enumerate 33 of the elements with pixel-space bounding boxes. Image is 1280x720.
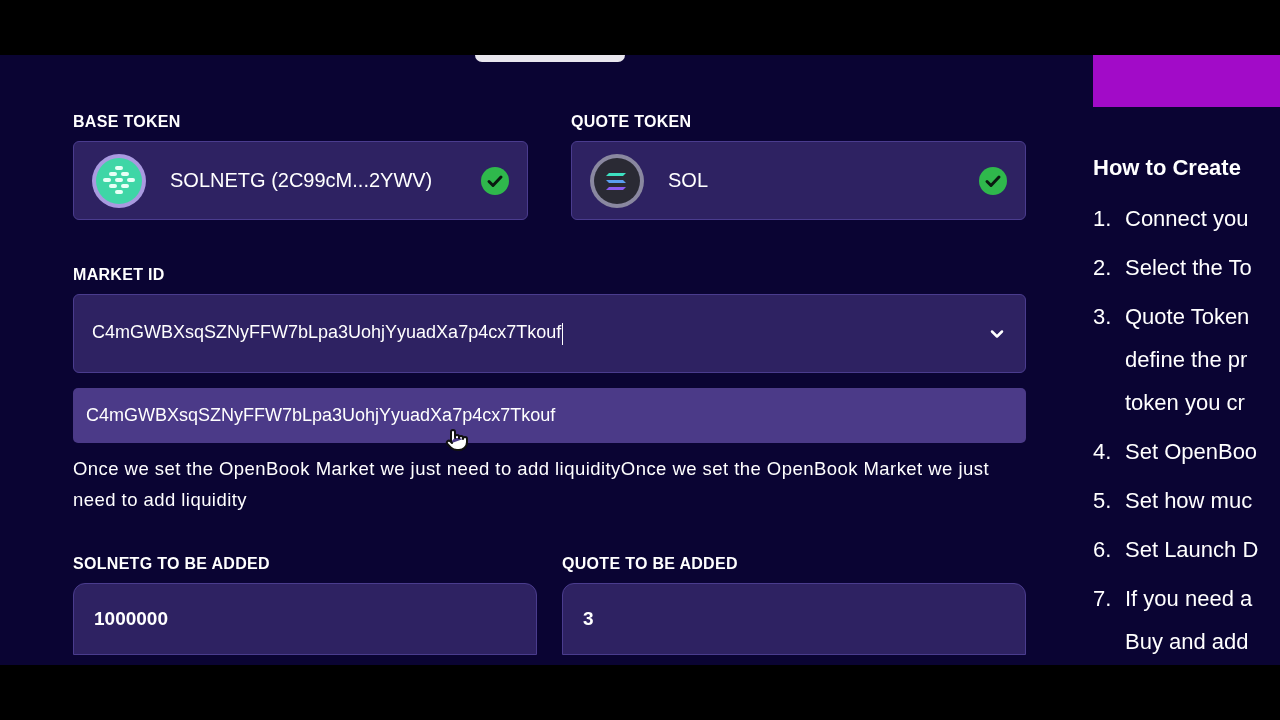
field-label: BASE TOKEN	[73, 113, 182, 131]
step-number: 4.	[1093, 438, 1113, 466]
step-number: 3.	[1093, 303, 1113, 331]
step-text: Set how muc	[1125, 487, 1253, 515]
step-number: 1.	[1093, 205, 1113, 233]
hand-cursor-icon	[445, 428, 469, 452]
tab-handle[interactable]	[475, 55, 625, 62]
amount-input[interactable]: 1000000	[73, 583, 537, 655]
step-text: define the pr	[1125, 346, 1249, 374]
guide-title: How to Create	[1093, 155, 1242, 181]
step-text: Buy and add	[1125, 628, 1250, 656]
step-text: token you cr	[1125, 389, 1246, 417]
token-icon	[92, 153, 146, 208]
token-selector[interactable]: SOL	[571, 141, 1026, 220]
step-text: Set OpenBoo	[1125, 438, 1258, 466]
description-text: Once we set the OpenBook Market we just need to add liquidityOnce we set the OpenBook Market we just need to add liquidity	[73, 457, 990, 512]
step-text: Select the To	[1125, 254, 1252, 282]
step-number: 5.	[1093, 487, 1113, 515]
field-label: QUOTE TO BE ADDED	[562, 555, 739, 573]
amount-input[interactable]: 3	[562, 583, 1026, 655]
market-id-field[interactable]: C4mGWBXsqSZNyFFW7bLpa3UohjYyuadXa7p4cx7Tkouf	[73, 294, 1026, 373]
step-number: 2.	[1093, 254, 1113, 282]
field-label: QUOTE TOKEN	[571, 113, 693, 131]
step-number: 7.	[1093, 585, 1113, 613]
step-text: If you need a	[1125, 585, 1253, 613]
token-icon	[590, 153, 644, 208]
field-label: MARKET ID	[73, 266, 166, 284]
step-text: Connect you	[1125, 205, 1249, 233]
step-text: Quote Token	[1125, 303, 1250, 331]
token-selector[interactable]: SOLNETG (2C99cM...2YWV)	[73, 141, 528, 220]
step-number: 6.	[1093, 536, 1113, 564]
field-label: SOLNETG TO BE ADDED	[73, 555, 271, 573]
step-text: Set Launch D	[1125, 536, 1259, 564]
